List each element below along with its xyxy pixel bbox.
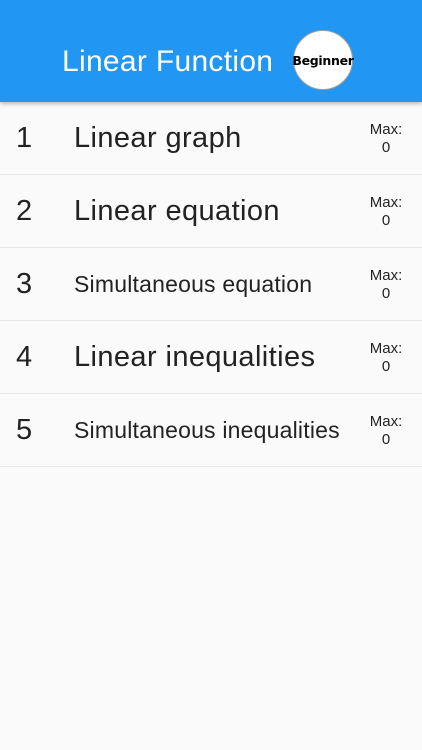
max-label: Max: [369, 194, 403, 211]
list-item-linear-graph[interactable]: 1 Linear graph Max: 0 [0, 102, 422, 175]
app-screen: Linear Function Beginner 1 Linear graph … [0, 0, 422, 750]
topic-list: 1 Linear graph Max: 0 2 Linear equation … [0, 102, 422, 467]
list-item-linear-inequalities[interactable]: 4 Linear inequalities Max: 0 [0, 321, 422, 394]
item-number: 3 [16, 268, 33, 300]
list-item-simultaneous-inequalities[interactable]: 5 Simultaneous inequalities Max: 0 [0, 394, 422, 467]
max-value: 0 [381, 358, 391, 375]
max-label: Max: [369, 121, 403, 138]
item-number: 5 [16, 414, 33, 446]
max-value: 0 [381, 285, 391, 302]
max-label: Max: [369, 413, 403, 430]
item-label: Linear equation [74, 195, 280, 227]
max-score: Max: 0 [366, 267, 406, 303]
max-label: Max: [369, 340, 403, 357]
app-bar: Linear Function Beginner [0, 0, 422, 102]
max-value: 0 [381, 212, 391, 229]
item-label: Simultaneous equation [74, 271, 313, 297]
max-value: 0 [381, 139, 391, 156]
item-label: Linear inequalities [74, 341, 316, 373]
level-badge[interactable]: Beginner [292, 30, 354, 90]
max-score: Max: 0 [366, 340, 406, 376]
list-item-simultaneous-equation[interactable]: 3 Simultaneous equation Max: 0 [0, 248, 422, 321]
max-value: 0 [381, 431, 391, 448]
max-score: Max: 0 [366, 121, 406, 157]
max-score: Max: 0 [366, 413, 406, 449]
page-title: Linear Function [62, 45, 274, 78]
item-number: 1 [16, 122, 33, 154]
max-score: Max: 0 [366, 194, 406, 230]
item-number: 2 [16, 195, 33, 227]
item-number: 4 [16, 341, 33, 373]
list-item-linear-equation[interactable]: 2 Linear equation Max: 0 [0, 175, 422, 248]
item-label: Simultaneous inequalities [74, 417, 340, 443]
max-label: Max: [369, 267, 403, 284]
item-label: Linear graph [74, 122, 242, 154]
